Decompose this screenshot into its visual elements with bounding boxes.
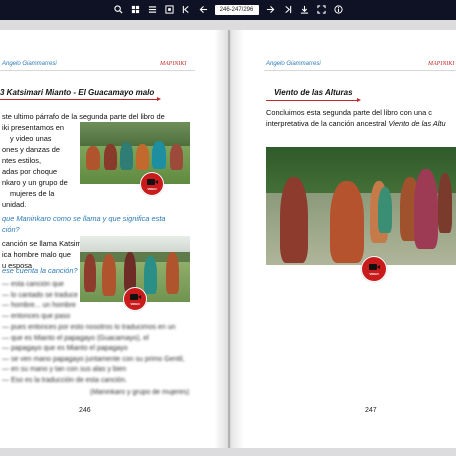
fit-icon[interactable] [164,4,175,16]
women-dancing-photo [80,122,190,184]
left-para-line-5: ntes estilos, [2,156,42,165]
right-para-line-2: interpretativa de la canción ancestral V… [266,119,446,130]
right-para-line-2-text: interpretativa de la canción ancestral [266,119,389,128]
blurred-line: — en su mano y tan con sus alas y bien [2,366,127,374]
next-page-icon[interactable] [265,5,276,16]
left-page-number: 246 [79,407,91,414]
list-icon[interactable] [147,5,158,16]
left-blurred-text: — esta canción que — lo cantado se tradu… [2,280,78,322]
left-question-2: ese cuenta la canción? [2,266,78,275]
left-para-line-2: iki presentamos en [2,123,65,132]
left-para-line-9: unidad. [2,200,27,209]
right-section-title: Viento de las Alturas [274,88,353,97]
left-para-line-7: nkaro y un grupo de [2,178,68,187]
video-badge-label: VIDEO [130,302,140,306]
page-indicator-input[interactable]: 246-247/296 [214,5,259,15]
left-question-1-line-2: ción? [2,225,20,234]
blurred-line: — Eso es la traducción de esta canción. [2,376,127,384]
prev-page-icon[interactable] [198,5,209,16]
left-header-mark: MAPINIKI [160,61,187,67]
left-blurred-text-2: — pues entonces por esto nosotros lo tra… [2,323,192,387]
video-play-button[interactable]: VIDEO [140,172,164,196]
download-icon[interactable] [299,5,310,16]
blurred-line: — papagayo que es Mianto el papagayo [2,345,128,353]
left-blurred-signature: (Maninkaro y grupo de mujeres) [90,389,190,396]
left-para-line-4: ones y danzas de [2,145,60,154]
info-icon[interactable] [333,4,344,16]
video-camera-icon [147,179,158,185]
blurred-line: — lo cantado se traduce [2,291,78,299]
blurred-line: — entonces que paso [2,312,71,320]
video-camera-icon [130,294,141,300]
right-header-mark: MAPINIKI [428,61,455,67]
left-answer-line-2: ica hombre malo que [2,250,72,259]
first-page-icon[interactable] [181,5,192,16]
last-page-icon[interactable] [282,5,293,16]
video-badge-label: VIDEO [369,272,379,276]
grid-icon[interactable] [130,5,141,16]
left-header-author: Angelo Giammarresi [2,61,57,67]
right-header-rule [264,70,456,71]
viewer-toolbar: 246-247/296 [0,0,456,21]
blurred-line: — esta canción que [2,281,64,288]
left-section-title: 3 Katsimari Mianto - El Guacamayo malo [0,88,155,97]
left-para-line-8: mujeres de la [10,189,55,198]
video-camera-icon [369,264,380,270]
viento-de-las-alturas-photo [266,147,456,265]
left-title-underline [0,97,161,101]
right-para-line-1: Concluimos esta segunda parte del libro … [266,108,432,117]
right-header-author: Angelo Giammarresi [266,61,321,67]
fullscreen-icon[interactable] [316,4,327,16]
right-title-underline [266,98,361,102]
video-badge-label: VIDEO [147,187,157,191]
video-play-button-2[interactable]: VIDEO [123,287,147,311]
left-para-line-3: y video unas [10,134,52,143]
left-para-line-6: adas por choque [2,167,58,176]
right-page-number: 247 [365,407,377,414]
left-question-1-line-1: que Maninkaro como se llama y que signif… [2,214,166,223]
song-title-italic: Viento de las Altu [388,119,446,128]
blurred-line: — pues entonces por esto nosotros lo tra… [2,324,176,331]
book-gutter-shadow [214,30,244,448]
blurred-line: — que es Mianto el papagayo (Guacamayo),… [2,334,149,342]
blurred-line: — se ven mano papagayo juntamente con su… [2,355,185,363]
blurred-line: — hombre... un hombre [2,302,76,310]
zoom-in-icon[interactable] [113,4,124,16]
left-header-rule [0,70,195,71]
video-play-button-3[interactable]: VIDEO [361,256,387,282]
